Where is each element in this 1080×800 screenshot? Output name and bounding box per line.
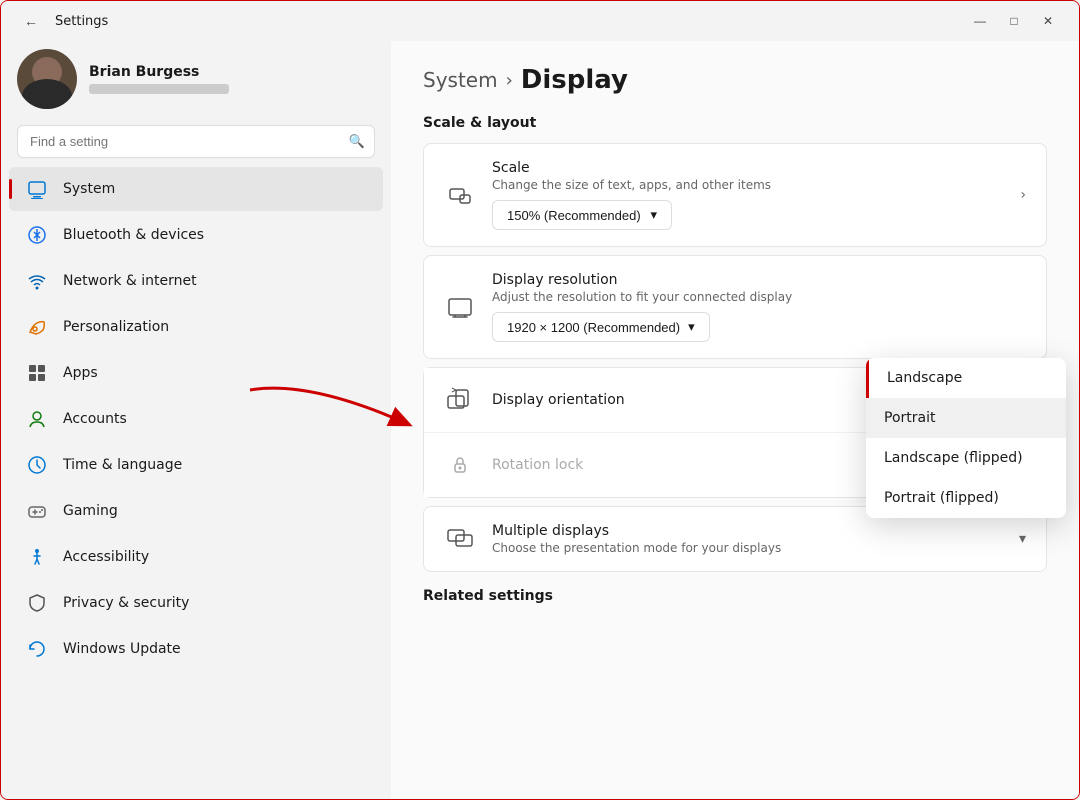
- sidebar-label-network: Network & internet: [63, 273, 197, 289]
- titlebar: ← Settings — □ ✕: [1, 1, 1079, 41]
- sidebar: Brian Burgess 🔍 System: [1, 41, 391, 799]
- titlebar-title: Settings: [55, 14, 108, 29]
- breadcrumb-page: Display: [521, 65, 628, 95]
- avatar: [17, 49, 77, 109]
- accessibility-icon: [25, 545, 49, 569]
- orientation-card: Display orientation Landscape Portrait L…: [423, 367, 1047, 498]
- sidebar-item-privacy[interactable]: Privacy & security: [9, 581, 383, 625]
- back-button[interactable]: ←: [17, 7, 45, 35]
- privacy-icon: [25, 591, 49, 615]
- resolution-content: Display resolution Adjust the resolution…: [492, 272, 1026, 342]
- sidebar-label-accounts: Accounts: [63, 411, 127, 427]
- network-icon: [25, 269, 49, 293]
- sidebar-item-personalization[interactable]: Personalization: [9, 305, 383, 349]
- accounts-icon: [25, 407, 49, 431]
- sidebar-label-bluetooth: Bluetooth & devices: [63, 227, 204, 243]
- maximize-button[interactable]: □: [999, 9, 1029, 33]
- resolution-row: Display resolution Adjust the resolution…: [424, 256, 1046, 358]
- minimize-button[interactable]: —: [965, 9, 995, 33]
- sidebar-item-gaming[interactable]: Gaming: [9, 489, 383, 533]
- orientation-option-portrait[interactable]: Portrait: [866, 398, 1066, 438]
- resolution-icon: [444, 291, 476, 323]
- multiple-displays-content: Multiple displays Choose the presentatio…: [492, 523, 1003, 555]
- scale-layout-title: Scale & layout: [423, 115, 1047, 131]
- scale-content: Scale Change the size of text, apps, and…: [492, 160, 1004, 230]
- scale-description: Change the size of text, apps, and other…: [492, 178, 1004, 192]
- resolution-card: Display resolution Adjust the resolution…: [423, 255, 1047, 359]
- sidebar-label-gaming: Gaming: [63, 503, 118, 519]
- sidebar-item-apps[interactable]: Apps: [9, 351, 383, 395]
- system-icon: [25, 177, 49, 201]
- close-button[interactable]: ✕: [1033, 9, 1063, 33]
- user-info: Brian Burgess: [89, 64, 229, 94]
- orientation-row: Display orientation Landscape Portrait L…: [424, 368, 1046, 432]
- sidebar-label-apps: Apps: [63, 365, 98, 381]
- sidebar-item-network[interactable]: Network & internet: [9, 259, 383, 303]
- multiple-displays-icon: [444, 523, 476, 555]
- sidebar-item-system[interactable]: System: [9, 167, 383, 211]
- scale-dropdown[interactable]: 150% (Recommended) ▾: [492, 200, 672, 230]
- sidebar-label-update: Windows Update: [63, 641, 181, 657]
- orientation-option-landscape-flipped[interactable]: Landscape (flipped): [866, 438, 1066, 478]
- content-area: System › Display Scale & layout Scale: [391, 41, 1079, 799]
- multiple-displays-chevron: ▾: [1019, 531, 1026, 547]
- user-name: Brian Burgess: [89, 64, 229, 80]
- sidebar-item-bluetooth[interactable]: Bluetooth & devices: [9, 213, 383, 257]
- resolution-dropdown[interactable]: 1920 × 1200 (Recommended) ▾: [492, 312, 710, 342]
- titlebar-controls: — □ ✕: [965, 9, 1063, 33]
- apps-icon: [25, 361, 49, 385]
- time-icon: [25, 453, 49, 477]
- breadcrumb: System › Display: [423, 65, 1047, 95]
- scale-icon: [444, 179, 476, 211]
- scale-chevron: ›: [1020, 187, 1026, 203]
- scale-title: Scale: [492, 160, 1004, 176]
- sidebar-label-privacy: Privacy & security: [63, 595, 189, 611]
- bluetooth-icon: [25, 223, 49, 247]
- sidebar-item-accessibility[interactable]: Accessibility: [9, 535, 383, 579]
- sidebar-item-time[interactable]: Time & language: [9, 443, 383, 487]
- resolution-title: Display resolution: [492, 272, 1026, 288]
- resolution-description: Adjust the resolution to fit your connec…: [492, 290, 1026, 304]
- multiple-displays-title: Multiple displays: [492, 523, 1003, 539]
- breadcrumb-system: System: [423, 68, 498, 92]
- sidebar-label-time: Time & language: [63, 457, 182, 473]
- orientation-icon: [444, 384, 476, 416]
- main-content: Brian Burgess 🔍 System: [1, 41, 1079, 799]
- orientation-option-landscape[interactable]: Landscape: [866, 358, 1066, 398]
- orientation-option-portrait-flipped[interactable]: Portrait (flipped): [866, 478, 1066, 518]
- sidebar-label-personalization: Personalization: [63, 319, 169, 335]
- scale-card: Scale Change the size of text, apps, and…: [423, 143, 1047, 247]
- rotation-lock-icon: [444, 449, 476, 481]
- scale-row: Scale Change the size of text, apps, and…: [424, 144, 1046, 246]
- sidebar-item-accounts[interactable]: Accounts: [9, 397, 383, 441]
- gaming-icon: [25, 499, 49, 523]
- user-account-bar: [89, 84, 229, 94]
- multiple-displays-desc: Choose the presentation mode for your di…: [492, 541, 1003, 555]
- scale-action: ›: [1020, 187, 1026, 203]
- search-box: 🔍: [17, 125, 375, 158]
- settings-window: ← Settings — □ ✕ Brian Burgess 🔍: [0, 0, 1080, 800]
- rotation-lock-label: Rotation lock: [492, 457, 583, 473]
- sidebar-label-accessibility: Accessibility: [63, 549, 149, 565]
- sidebar-item-update[interactable]: Windows Update: [9, 627, 383, 671]
- orientation-popup: Landscape Portrait Landscape (flipped) P…: [866, 358, 1066, 518]
- multiple-displays-action: ▾: [1019, 531, 1026, 547]
- titlebar-left: ← Settings: [17, 7, 108, 35]
- personalization-icon: [25, 315, 49, 339]
- search-input[interactable]: [17, 125, 375, 158]
- update-icon: [25, 637, 49, 661]
- related-settings-title: Related settings: [423, 588, 1047, 604]
- sidebar-label-system: System: [63, 181, 115, 197]
- user-section: Brian Burgess: [1, 41, 391, 125]
- breadcrumb-separator: ›: [506, 70, 513, 91]
- search-icon: 🔍: [349, 134, 365, 149]
